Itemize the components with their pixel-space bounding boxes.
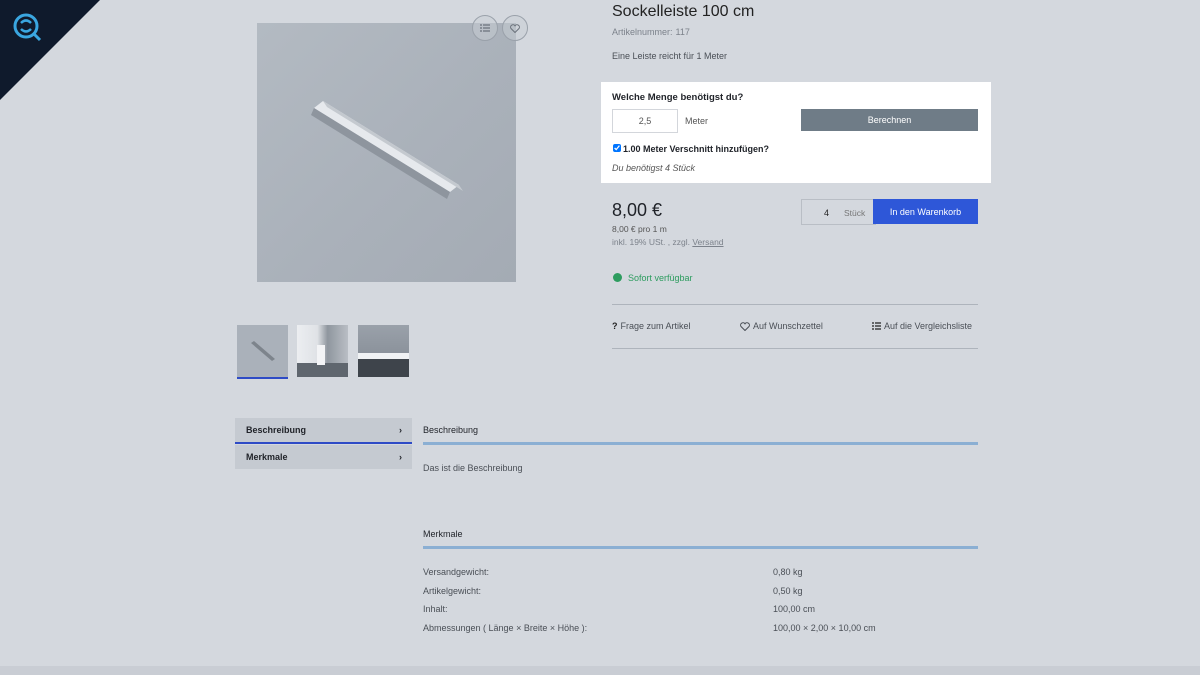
question-icon: ? bbox=[612, 321, 618, 331]
compare-label: Auf die Vergleichsliste bbox=[884, 321, 973, 331]
article-number-label: Artikelnummer: bbox=[612, 27, 673, 37]
tab-features[interactable]: Merkmale › bbox=[235, 445, 412, 469]
add-to-cart-button[interactable]: In den Warenkorb bbox=[873, 199, 978, 224]
tab-features-label: Merkmale bbox=[246, 452, 288, 462]
chevron-right-icon: › bbox=[399, 425, 402, 435]
feature-value: 0,50 kg bbox=[773, 586, 803, 596]
quantity-unit: Stück bbox=[844, 208, 866, 218]
price: 8,00 € bbox=[612, 200, 663, 220]
product-main-image[interactable] bbox=[257, 23, 516, 282]
thumbnail-3[interactable] bbox=[358, 325, 409, 377]
feature-value: 100,00 × 2,00 × 10,00 cm bbox=[773, 623, 876, 633]
calculate-button[interactable]: Berechnen bbox=[801, 109, 978, 131]
ask-question-link[interactable]: ? Frage zum Artikel bbox=[612, 321, 691, 331]
chevron-right-icon: › bbox=[399, 452, 402, 462]
section-divider bbox=[423, 546, 978, 549]
availability-status: Sofort verfügbar bbox=[628, 273, 693, 283]
tax-text: inkl. 19% USt. , zzgl. bbox=[612, 237, 690, 247]
shipping-link[interactable]: Versand bbox=[692, 237, 723, 247]
description-heading: Beschreibung bbox=[423, 425, 479, 435]
wishlist-link[interactable]: Auf Wunschzettel bbox=[740, 321, 823, 331]
ask-question-label: Frage zum Artikel bbox=[620, 321, 691, 331]
short-description: Eine Leiste reicht für 1 Meter bbox=[612, 51, 728, 61]
thumbnail-active-indicator bbox=[237, 377, 288, 379]
calculator-result: Du benötigst 4 Stück bbox=[612, 163, 696, 173]
product-title: Sockelleiste 100 cm bbox=[612, 3, 755, 20]
thumbnail-1[interactable] bbox=[237, 325, 288, 377]
article-number: Artikelnummer: 117 bbox=[612, 27, 690, 37]
feature-label: Abmessungen ( Länge × Breite × Höhe ): bbox=[423, 623, 588, 633]
wishlist-label: Auf Wunschzettel bbox=[753, 321, 823, 331]
quantity-field[interactable]: 4 Stück bbox=[801, 199, 876, 225]
waste-checkbox-label[interactable]: 1.00 Meter Verschnitt hinzufügen? bbox=[623, 144, 769, 154]
available-icon bbox=[613, 273, 622, 282]
list-icon[interactable] bbox=[472, 15, 498, 41]
calculator-question: Welche Menge benötigst du? bbox=[612, 92, 744, 103]
amount-unit: Meter bbox=[685, 116, 709, 126]
compare-link[interactable]: Auf die Vergleichsliste bbox=[872, 321, 972, 331]
feature-value: 0,80 kg bbox=[773, 567, 803, 577]
tax-info: inkl. 19% USt. , zzgl. Versand bbox=[612, 237, 724, 247]
amount-input[interactable] bbox=[612, 109, 678, 133]
heart-icon bbox=[740, 321, 750, 331]
list-icon bbox=[872, 322, 881, 330]
feature-label: Versandgewicht: bbox=[423, 567, 490, 577]
description-text: Das ist die Beschreibung bbox=[423, 463, 523, 473]
footer-strip bbox=[0, 666, 1200, 675]
divider bbox=[612, 348, 978, 349]
feature-label: Inhalt: bbox=[423, 604, 448, 614]
quantity-value[interactable]: 4 bbox=[824, 208, 829, 218]
thumbnail-2[interactable] bbox=[297, 325, 348, 377]
tab-description-label: Beschreibung bbox=[246, 425, 307, 435]
waste-checkbox[interactable] bbox=[613, 144, 621, 152]
quantity-calculator: Welche Menge benötigst du? Meter Berechn… bbox=[601, 82, 991, 183]
divider bbox=[612, 304, 978, 305]
logo-icon[interactable] bbox=[12, 12, 46, 46]
features-heading: Merkmale bbox=[423, 529, 463, 539]
unit-price: 8,00 € pro 1 m bbox=[612, 224, 667, 234]
heart-icon[interactable] bbox=[502, 15, 528, 41]
tab-description[interactable]: Beschreibung › bbox=[235, 418, 412, 444]
section-divider bbox=[423, 442, 978, 445]
feature-value: 100,00 cm bbox=[773, 604, 816, 614]
article-number-value: 117 bbox=[675, 27, 690, 37]
feature-label: Artikelgewicht: bbox=[423, 586, 482, 596]
